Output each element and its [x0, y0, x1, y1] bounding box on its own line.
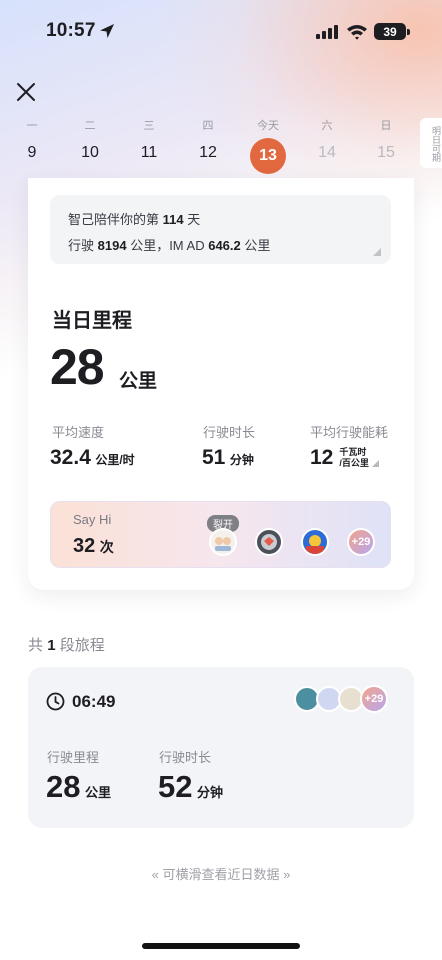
avatar-robot-icon — [261, 534, 277, 550]
trips-count: 共 1 段旅程 — [28, 634, 105, 655]
day-mon[interactable]: 一 9 — [10, 118, 54, 164]
trip-start-time: 06:49 — [72, 692, 116, 711]
avg-speed-value: 32.4 — [50, 446, 91, 469]
swipe-hint: « 可横滑查看近日数据 » — [0, 864, 442, 883]
avatar-cartoon-icon — [215, 537, 231, 551]
trip-mileage-label: 行驶里程 — [47, 750, 100, 765]
clock-icon — [46, 692, 65, 711]
home-indicator[interactable] — [142, 943, 300, 949]
day-mileage-title: 当日里程 — [52, 310, 132, 332]
tomorrow-tab[interactable]: 明日可期 — [420, 118, 442, 168]
companion-total-km: 8194 — [97, 238, 127, 253]
companion-text: 天 — [187, 212, 201, 227]
wifi-icon — [347, 25, 367, 40]
location-arrow-icon — [100, 24, 114, 38]
day-tue[interactable]: 二 10 — [68, 118, 112, 164]
avatar — [255, 528, 283, 556]
trips-count-suffix: 段旅程 — [59, 637, 105, 654]
cellular-signal-icon — [316, 25, 338, 39]
day-label: 今天 — [257, 120, 279, 132]
say-hi-count: 32 — [73, 535, 96, 557]
day-label: 四 — [202, 120, 214, 132]
day-label: 日 — [380, 120, 392, 132]
double-chevron-right-icon: » — [283, 867, 291, 882]
trip-duration-label: 行驶时长 — [159, 750, 212, 765]
day-number: 15 — [377, 144, 395, 161]
day-number: 10 — [81, 144, 99, 161]
day-number: 11 — [140, 144, 158, 161]
trip-mileage-stat: 28 公里 — [46, 769, 111, 805]
avg-speed-unit: 公里/时 — [95, 453, 135, 467]
status-time: 10:57 — [46, 20, 96, 41]
duration-stat: 51 分钟 — [202, 446, 254, 470]
trip-duration-stat: 52 分钟 — [158, 769, 223, 805]
day-number: 14 — [318, 144, 336, 161]
companion-days: 114 — [162, 212, 184, 227]
companion-text: 行驶 — [68, 238, 95, 253]
trip-card[interactable]: 06:49 +29 行驶里程 28 公里 行驶时长 52 分钟 — [28, 667, 414, 828]
trips-count-number: 1 — [47, 637, 56, 654]
day-thu[interactable]: 四 12 — [186, 118, 230, 164]
day-sun: 日 15 — [364, 118, 408, 164]
day-label: 二 — [84, 120, 96, 132]
companion-imad-km: 646.2 — [208, 238, 241, 253]
energy-stat: 12 千瓦时 /百公里 — [310, 446, 379, 470]
energy-unit: 千瓦时 /百公里 — [339, 447, 369, 469]
battery-level: 39 — [383, 24, 397, 39]
week-strip: 一 9 二 10 三 11 四 12 今天 13 六 14 日 15 — [0, 118, 420, 178]
avg-speed-label: 平均速度 — [52, 425, 105, 440]
companion-line-1: 智己陪伴你的第 114 天 — [68, 207, 373, 233]
swipe-hint-text: 可横滑查看近日数据 — [162, 867, 280, 882]
day-number: 9 — [27, 144, 37, 161]
day-label: 六 — [321, 120, 333, 132]
day-number-selected: 13 — [250, 138, 286, 174]
companion-text: 公里 — [244, 238, 271, 253]
energy-value: 12 — [310, 446, 334, 469]
duration-unit: 分钟 — [229, 453, 254, 467]
day-label: 一 — [26, 120, 38, 132]
trip-duration-value: 52 — [158, 769, 193, 804]
day-today[interactable]: 今天 13 — [246, 118, 290, 174]
companion-banner: 智己陪伴你的第 114 天 行驶 8194 公里，IM AD 646.2 公里 — [50, 195, 391, 264]
duration-value: 51 — [202, 446, 226, 469]
say-hi-count-stat: 32 次 — [73, 535, 114, 558]
energy-unit-top: 千瓦时 — [339, 447, 367, 457]
battery-tip — [407, 29, 410, 35]
avatar — [209, 528, 237, 556]
day-wed[interactable]: 三 11 — [127, 118, 171, 164]
day-number: 12 — [199, 144, 217, 161]
day-mileage-unit: 公里 — [119, 371, 158, 392]
avg-speed-stat: 32.4 公里/时 — [50, 446, 135, 470]
duration-label: 行驶时长 — [203, 425, 256, 440]
double-chevron-left-icon: « — [151, 867, 159, 882]
energy-label: 平均行驶能耗 — [310, 425, 389, 440]
say-hi-card[interactable]: Say Hi 32 次 裂开 +29 — [50, 501, 391, 568]
trip-mileage-unit: 公里 — [84, 785, 111, 800]
companion-text: 智己陪伴你的第 — [68, 212, 160, 227]
trip-duration-unit: 分钟 — [196, 785, 223, 800]
day-mileage-value: 28 — [50, 339, 105, 395]
energy-unit-bottom: /百公里 — [339, 458, 369, 468]
more-avatars-badge: +29 — [347, 528, 375, 556]
say-hi-title: Say Hi — [73, 512, 112, 527]
more-avatars-badge: +29 — [360, 685, 388, 713]
companion-text: 公里，IM AD — [130, 238, 205, 253]
corner-fold-icon — [373, 248, 381, 256]
day-label: 三 — [143, 120, 155, 132]
avatar-colorful-icon — [306, 535, 324, 554]
say-hi-count-unit: 次 — [99, 539, 114, 555]
corner-fold-icon — [371, 459, 379, 467]
trip-mileage-value: 28 — [46, 769, 81, 804]
battery-icon: 39 — [374, 23, 406, 40]
close-icon[interactable] — [14, 80, 38, 104]
trips-count-prefix: 共 — [28, 637, 44, 654]
day-sat: 六 14 — [305, 118, 349, 164]
companion-line-2: 行驶 8194 公里，IM AD 646.2 公里 — [68, 233, 373, 259]
avatar — [301, 528, 329, 556]
